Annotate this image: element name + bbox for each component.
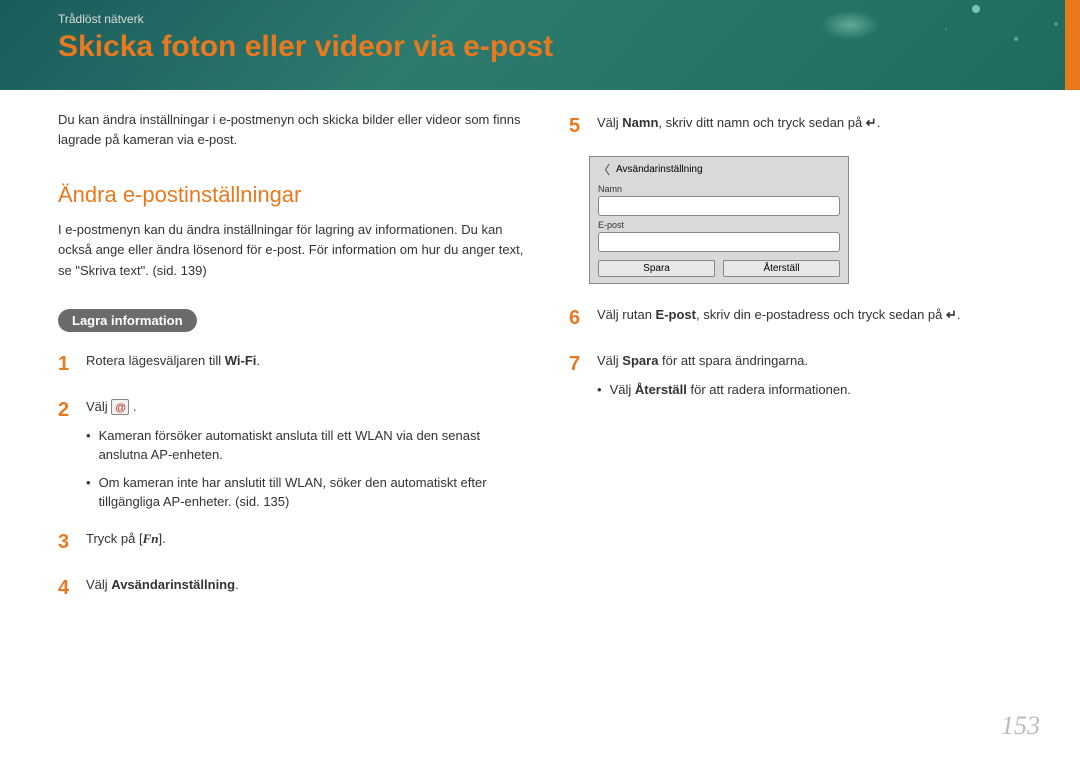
- device-reset-button: Återställ: [723, 260, 840, 277]
- device-label-email: E-post: [598, 220, 840, 230]
- device-input-email: [598, 232, 840, 252]
- step-3: 3 Tryck på [Fn].: [58, 526, 529, 558]
- left-column: Du kan ändra inställningar i e-postmenyn…: [58, 110, 529, 618]
- step-text: Tryck på [Fn].: [86, 526, 529, 558]
- content-area: Du kan ändra inställningar i e-postmenyn…: [58, 110, 1040, 618]
- step-text: Välj Avsändarinställning.: [86, 572, 529, 604]
- step-2: 2 Välj . Kameran försöker automatiskt an…: [58, 394, 529, 512]
- step-5: 5 Välj Namn, skriv ditt namn och tryck s…: [569, 110, 1040, 142]
- bullet: Välj Återställ för att radera informatio…: [597, 380, 1040, 400]
- subheading: Ändra e-postinställningar: [58, 182, 529, 208]
- step-6: 6 Välj rutan E-post, skriv din e-postadr…: [569, 302, 1040, 334]
- email-icon: [111, 399, 129, 415]
- device-title: Avsändarinställning: [616, 164, 703, 175]
- device-header: 〈 Avsändarinställning: [590, 157, 848, 182]
- step-number: 7: [569, 348, 583, 399]
- device-screenshot: 〈 Avsändarinställning Namn E-post Spara …: [589, 156, 849, 284]
- info-badge: Lagra information: [58, 309, 197, 332]
- step-1: 1 Rotera lägesväljaren till Wi-Fi.: [58, 348, 529, 380]
- bullet: Om kameran inte har anslutit till WLAN, …: [86, 473, 529, 512]
- side-tab: [1065, 0, 1080, 90]
- step-text: Välj rutan E-post, skriv din e-postadres…: [597, 302, 1040, 334]
- back-icon: 〈: [598, 161, 610, 178]
- step-number: 2: [58, 394, 72, 512]
- wifi-icon: Wi-Fi: [225, 353, 257, 368]
- page-title: Skicka foton eller videor via e-post: [58, 30, 553, 64]
- step-number: 5: [569, 110, 583, 142]
- page-number: 153: [1001, 711, 1040, 741]
- device-input-name: [598, 196, 840, 216]
- fn-icon: Fn: [143, 531, 159, 546]
- step-text: Välj Spara för att spara ändringarna. Vä…: [597, 348, 1040, 399]
- breadcrumb: Trådlöst nätverk: [58, 12, 144, 26]
- step-number: 3: [58, 526, 72, 558]
- device-save-button: Spara: [598, 260, 715, 277]
- device-label-name: Namn: [598, 184, 840, 194]
- enter-icon: ↵: [946, 307, 957, 322]
- step-7: 7 Välj Spara för att spara ändringarna. …: [569, 348, 1040, 399]
- section-description: I e-postmenyn kan du ändra inställningar…: [58, 220, 529, 280]
- right-column: 5 Välj Namn, skriv ditt namn och tryck s…: [569, 110, 1040, 618]
- enter-icon: ↵: [866, 115, 877, 130]
- step-text: Rotera lägesväljaren till Wi-Fi.: [86, 348, 529, 380]
- step-text: Välj . Kameran försöker automatiskt ansl…: [86, 394, 529, 512]
- step-number: 1: [58, 348, 72, 380]
- bullet: Kameran försöker automatiskt ansluta til…: [86, 426, 529, 465]
- step-4: 4 Välj Avsändarinställning.: [58, 572, 529, 604]
- step-number: 4: [58, 572, 72, 604]
- step-text: Välj Namn, skriv ditt namn och tryck sed…: [597, 110, 1040, 142]
- intro-text: Du kan ändra inställningar i e-postmenyn…: [58, 110, 529, 150]
- step-number: 6: [569, 302, 583, 334]
